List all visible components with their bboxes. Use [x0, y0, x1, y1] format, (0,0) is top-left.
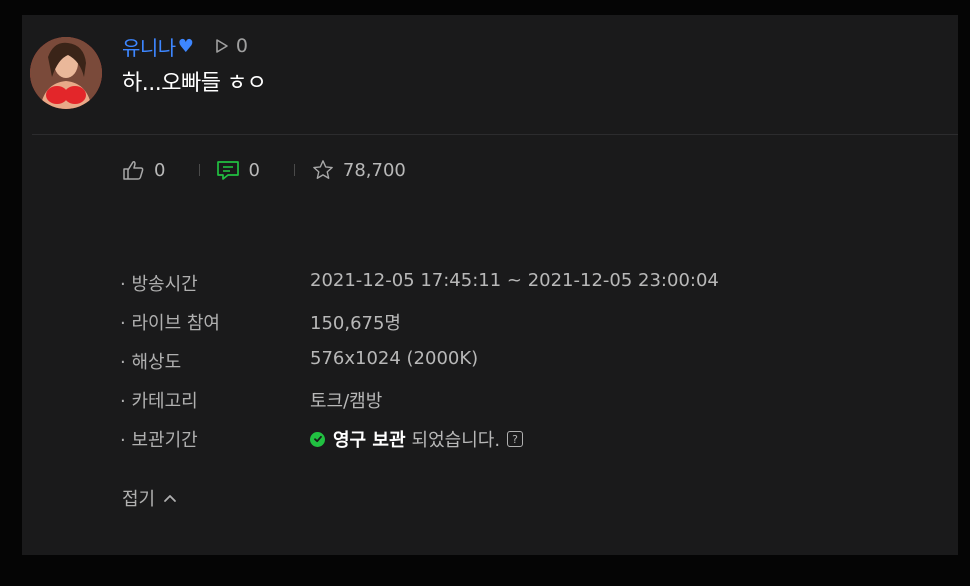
chevron-up-icon: [164, 495, 177, 502]
post-title: 하...오빠들 ㅎㅇ: [122, 71, 267, 96]
stat-separator: [293, 164, 295, 176]
resolution-label: · 해상도: [120, 352, 182, 373]
heart-icon: ♥: [177, 35, 194, 57]
detail-row-resolution: · 해상도 576x1024 (2000K): [120, 348, 719, 387]
fold-button[interactable]: 접기: [122, 485, 177, 511]
thumbs-up-icon: [123, 161, 144, 180]
vod-details: · 방송시간 2021-12-05 17:45:11 ~ 2021-12-05 …: [120, 270, 719, 465]
favorite-count: 78,700: [342, 159, 406, 181]
storage-label: · 보관기간: [120, 430, 198, 451]
favorite-button[interactable]: 78,700: [311, 159, 406, 181]
storage-value: 영구 보관 되었습니다. ?: [310, 426, 524, 452]
fold-label: 접기: [122, 489, 156, 510]
star-icon: [313, 160, 333, 179]
stat-separator: [199, 164, 201, 176]
detail-row-category: · 카테고리 토크/캠방: [120, 387, 719, 426]
comment-button[interactable]: 0: [216, 159, 260, 181]
help-icon[interactable]: ?: [507, 431, 524, 447]
like-count: 0: [154, 159, 166, 181]
viewers-value: 150,675명: [310, 313, 401, 334]
play-count: 0: [214, 35, 248, 57]
broadcast-label: · 방송시간: [120, 274, 198, 295]
comment-icon: [217, 161, 240, 180]
vod-info-panel: 유니나 ♥ 0 하...오빠들 ㅎㅇ 0 0 78,700 · 방송시간 202…: [22, 15, 958, 555]
detail-row-storage: · 보관기간 영구 보관 되었습니다. ?: [120, 426, 719, 465]
avatar-image: [30, 37, 102, 109]
like-button[interactable]: 0: [122, 159, 165, 181]
check-circle-icon: [310, 431, 325, 447]
category-value[interactable]: 토크/캠방: [310, 387, 382, 413]
divider: [32, 134, 958, 135]
stats-bar: 0 0 78,700: [122, 156, 406, 184]
post-header: 유니나 ♥ 0 하...오빠들 ㅎㅇ: [122, 32, 267, 97]
category-label: · 카테고리: [120, 391, 198, 412]
resolution-value: 576x1024 (2000K): [310, 348, 479, 369]
comment-count: 0: [248, 159, 260, 181]
author-line: 유니나 ♥ 0: [122, 32, 266, 61]
play-count-value: 0: [235, 35, 248, 57]
avatar[interactable]: [30, 37, 102, 109]
detail-row-broadcast: · 방송시간 2021-12-05 17:45:11 ~ 2021-12-05 …: [120, 270, 719, 309]
broadcast-value: 2021-12-05 17:45:11 ~ 2021-12-05 23:00:0…: [310, 270, 719, 291]
viewers-label: · 라이브 참여: [120, 313, 220, 334]
storage-strong: 영구 보관: [333, 430, 406, 451]
detail-row-viewers: · 라이브 참여 150,675명: [120, 309, 719, 348]
play-icon: [216, 39, 228, 53]
storage-rest: 되었습니다.: [411, 430, 501, 451]
author-name[interactable]: 유니나: [122, 32, 176, 61]
